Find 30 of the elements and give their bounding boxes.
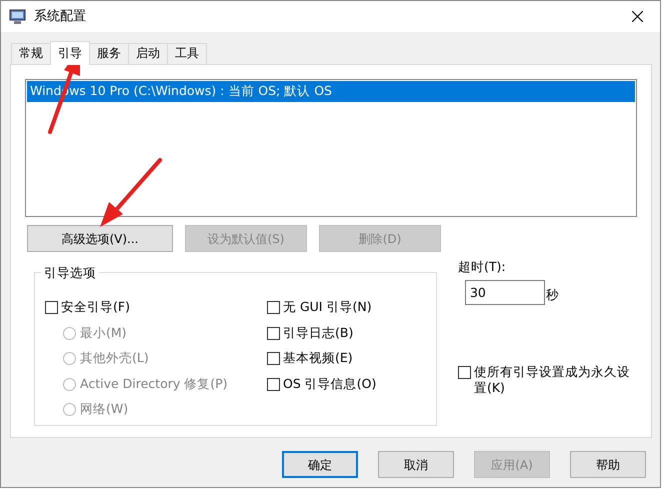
- checkbox[interactable]: [458, 366, 471, 379]
- close-icon: [632, 11, 642, 22]
- option-label: 最小(M): [80, 324, 127, 342]
- annotation-arrow: [100, 158, 162, 227]
- button[interactable]: 确定: [282, 451, 358, 478]
- tab[interactable]: 引导: [50, 41, 90, 65]
- button[interactable]: 帮助: [570, 451, 646, 478]
- option-label: 引导日志(B): [283, 324, 354, 342]
- button[interactable]: 高级选项(V)...: [27, 225, 173, 252]
- option-label: 无 GUI 引导(N): [283, 298, 372, 316]
- checkbox[interactable]: [267, 326, 280, 340]
- permanent-settings-label: 使所有引导设置成为永久设置(K): [474, 364, 631, 396]
- option-label: 网络(W): [80, 400, 128, 418]
- tab[interactable]: 常规: [11, 43, 51, 64]
- seconds-label: 秒: [546, 286, 559, 304]
- monitor-icon: [9, 8, 26, 24]
- button[interactable]: 取消: [378, 451, 454, 478]
- checkbox[interactable]: [267, 378, 280, 391]
- timeout-label: 超时(T):: [458, 258, 506, 276]
- window-title: 系统配置: [34, 8, 87, 26]
- checkbox[interactable]: [267, 301, 280, 314]
- tab[interactable]: 工具: [167, 43, 207, 64]
- option-label: 其他外壳(L): [80, 349, 149, 368]
- option-label: 基本视频(E): [283, 349, 353, 368]
- timeout-field[interactable]: 30: [464, 280, 545, 305]
- checkbox[interactable]: [45, 301, 58, 314]
- option-label: OS 引导信息(O): [283, 374, 376, 393]
- option-label: 安全引导(F): [61, 298, 130, 316]
- option-label: Active Directory 修复(P): [80, 374, 228, 393]
- checkbox[interactable]: [267, 352, 280, 366]
